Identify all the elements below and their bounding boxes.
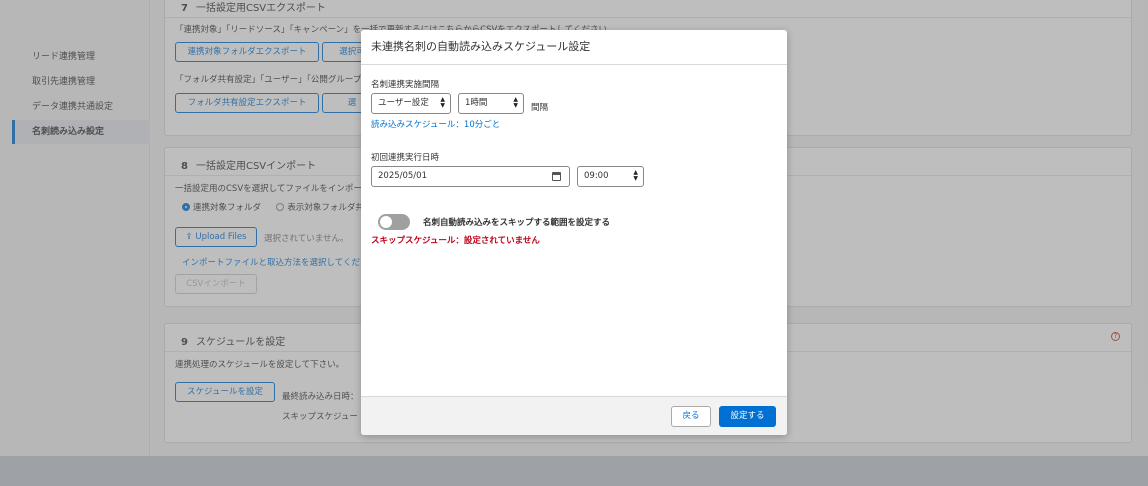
calendar-icon[interactable] [552,172,561,181]
interval-value-select[interactable]: 1時間 ▲ ▼ [458,93,524,114]
first-run-label: 初回連携実行日時 [371,153,440,163]
skip-status: スキップスケジュール：設定されていません [371,236,540,246]
schedule-note: 読み込みスケジュール：10分ごと [371,120,501,130]
skip-range-toggle-label: 名刺自動読み込みをスキップする範囲を設定する [423,218,611,228]
modal-title: 未連携名刺の自動読み込みスケジュール設定 [361,30,787,65]
interval-type-select[interactable]: ユーザー設定 ▲ ▼ [371,93,451,114]
spinner-icon: ▲ ▼ [513,96,518,109]
interval-label: 名刺連携実施間隔 [371,80,440,90]
modal-footer: 戻る 設定する [361,396,787,435]
footer-band [0,456,1148,486]
first-run-time-select[interactable]: 09:00 ▲ ▼ [577,166,644,187]
first-run-date-input[interactable]: 2025/05/01 [371,166,570,187]
back-button[interactable]: 戻る [671,406,711,427]
interval-suffix: 間隔 [531,103,549,113]
spinner-icon: ▲ ▼ [633,169,638,182]
toggle-knob [380,216,392,228]
spinner-icon: ▲ ▼ [440,96,445,109]
schedule-modal: 未連携名刺の自動読み込みスケジュール設定 名刺連携実施間隔 ユーザー設定 ▲ ▼ … [361,30,787,435]
skip-range-toggle[interactable] [378,214,410,230]
submit-button[interactable]: 設定する [719,406,776,427]
